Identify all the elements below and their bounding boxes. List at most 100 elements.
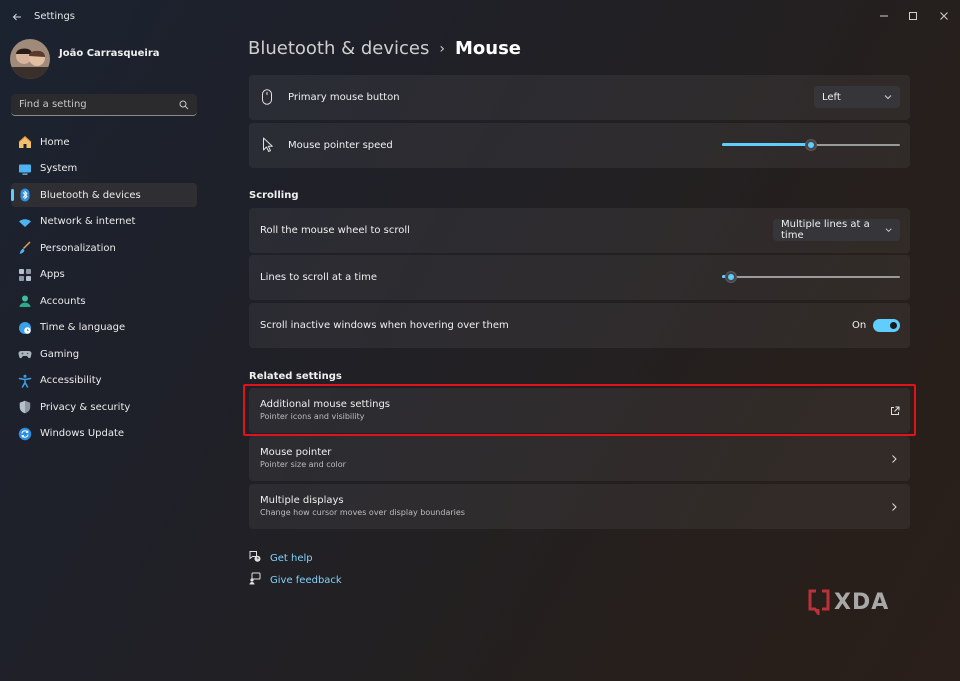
globe-clock-icon — [17, 320, 33, 336]
accessibility-icon — [17, 373, 33, 389]
maximize-button[interactable] — [898, 4, 928, 28]
dropdown-value: Multiple lines at a time — [781, 219, 870, 241]
sidebar-item-label: Apps — [40, 269, 65, 280]
sidebar-item-time-language[interactable]: Time & language — [11, 316, 197, 340]
search-icon — [179, 100, 189, 109]
sidebar-item-personalization[interactable]: Personalization — [11, 236, 197, 260]
sidebar-item-label: Time & language — [40, 322, 126, 333]
update-icon — [17, 426, 33, 442]
primary-mouse-button-label: Primary mouse button — [288, 92, 400, 103]
brush-icon — [17, 240, 33, 256]
sidebar-item-windows-update[interactable]: Windows Update — [11, 422, 197, 446]
sidebar-item-apps[interactable]: Apps — [11, 263, 197, 287]
roll-wheel-label: Roll the mouse wheel to scroll — [260, 225, 410, 236]
app-title: Settings — [34, 11, 76, 22]
shield-icon — [17, 399, 33, 415]
pointer-speed-row: Mouse pointer speed — [249, 123, 910, 168]
pointer-speed-slider[interactable] — [722, 139, 900, 151]
related-item-subtitle: Change how cursor moves over display bou… — [260, 508, 465, 517]
nav-list: Home System Bluetooth & devices Network … — [11, 130, 197, 448]
sidebar-item-label: Gaming — [40, 348, 80, 360]
dropdown-value: Left — [822, 91, 841, 103]
search-placeholder: Find a setting — [19, 99, 87, 110]
scroll-inactive-row: Scroll inactive windows when hovering ov… — [249, 303, 910, 348]
related-item-subtitle: Pointer size and color — [260, 460, 346, 469]
scrolling-header: Scrolling — [249, 190, 299, 201]
roll-wheel-dropdown[interactable]: Multiple lines at a time — [773, 219, 900, 241]
chevron-down-icon — [885, 228, 892, 233]
primary-mouse-button-dropdown[interactable]: Left — [814, 86, 900, 108]
sidebar-item-label: Accounts — [40, 295, 86, 307]
primary-mouse-button-row: Primary mouse button Left — [249, 75, 910, 120]
slider-thumb[interactable] — [725, 271, 737, 283]
lines-to-scroll-label: Lines to scroll at a time — [260, 272, 378, 283]
get-help-text: Get help — [270, 552, 313, 564]
scroll-inactive-toggle[interactable] — [873, 319, 900, 332]
sidebar-item-label: Windows Update — [40, 428, 125, 439]
back-button[interactable] — [8, 8, 26, 26]
roll-wheel-row: Roll the mouse wheel to scroll Multiple … — [249, 208, 910, 253]
give-feedback-link[interactable]: Give feedback — [249, 572, 342, 588]
close-button[interactable] — [929, 4, 959, 28]
apps-icon — [17, 267, 33, 283]
help-icon — [249, 550, 261, 566]
sidebar-item-home[interactable]: Home — [11, 130, 197, 154]
sidebar-item-accessibility[interactable]: Accessibility — [11, 369, 197, 393]
sidebar: João Carrasqueira Find a setting Home Sy… — [0, 34, 208, 681]
chevron-right-icon — [890, 453, 898, 467]
sidebar-item-label: Home — [40, 136, 70, 148]
sidebar-item-label: Privacy & security — [40, 401, 131, 413]
wifi-icon — [17, 214, 33, 230]
get-help-link[interactable]: Get help — [249, 550, 313, 566]
sidebar-item-label: Personalization — [40, 242, 116, 254]
minimize-icon — [880, 15, 888, 17]
maximize-icon — [909, 12, 917, 20]
bluetooth-icon — [17, 187, 33, 203]
sidebar-item-system[interactable]: System — [11, 157, 197, 181]
breadcrumb-separator: › — [439, 40, 445, 57]
multiple-displays-row[interactable]: Multiple displays Change how cursor move… — [249, 484, 910, 529]
xda-text: XDA — [834, 589, 890, 615]
minimize-button[interactable] — [869, 4, 899, 28]
breadcrumb-parent[interactable]: Bluetooth & devices — [248, 38, 429, 59]
slider-thumb[interactable] — [805, 139, 817, 151]
breadcrumb: Bluetooth & devices › Mouse — [248, 38, 521, 59]
related-item-title: Mouse pointer — [260, 447, 332, 458]
lines-to-scroll-slider[interactable] — [722, 271, 900, 283]
sidebar-item-label: Accessibility — [40, 375, 102, 386]
sidebar-item-bluetooth[interactable]: Bluetooth & devices — [11, 183, 197, 207]
pointer-icon — [262, 137, 274, 156]
sidebar-item-privacy[interactable]: Privacy & security — [11, 395, 197, 419]
xda-watermark: XDA — [808, 589, 889, 615]
related-settings-header: Related settings — [249, 371, 342, 382]
mouse-pointer-row[interactable]: Mouse pointer Pointer size and color — [249, 436, 910, 481]
feedback-icon — [249, 572, 261, 588]
avatar — [10, 39, 50, 79]
search-input[interactable]: Find a setting — [11, 94, 197, 116]
scroll-inactive-label: Scroll inactive windows when hovering ov… — [260, 320, 509, 331]
sidebar-item-gaming[interactable]: Gaming — [11, 342, 197, 366]
user-profile[interactable]: João Carrasqueira — [10, 39, 160, 79]
slider-fill — [722, 143, 811, 146]
sidebar-item-accounts[interactable]: Accounts — [11, 289, 197, 313]
close-icon — [940, 12, 948, 20]
toggle-state-label: On — [852, 320, 867, 331]
pointer-speed-label: Mouse pointer speed — [288, 140, 393, 151]
chevron-right-icon — [890, 501, 898, 515]
page-title: Mouse — [454, 38, 521, 59]
mouse-icon — [261, 89, 273, 108]
back-arrow-icon — [12, 13, 21, 21]
title-bar: Settings — [0, 0, 960, 34]
xda-logo-icon — [808, 589, 830, 615]
profile-name: João Carrasqueira — [59, 47, 160, 59]
sidebar-item-label: Bluetooth & devices — [40, 189, 141, 201]
lines-to-scroll-row: Lines to scroll at a time — [249, 255, 910, 300]
slider-track — [722, 276, 900, 278]
home-icon — [17, 134, 33, 150]
gamepad-icon — [17, 346, 33, 362]
give-feedback-text: Give feedback — [270, 574, 342, 586]
sidebar-item-network[interactable]: Network & internet — [11, 210, 197, 234]
highlight-box — [243, 384, 916, 436]
account-icon — [17, 293, 33, 309]
chevron-down-icon — [884, 95, 892, 100]
